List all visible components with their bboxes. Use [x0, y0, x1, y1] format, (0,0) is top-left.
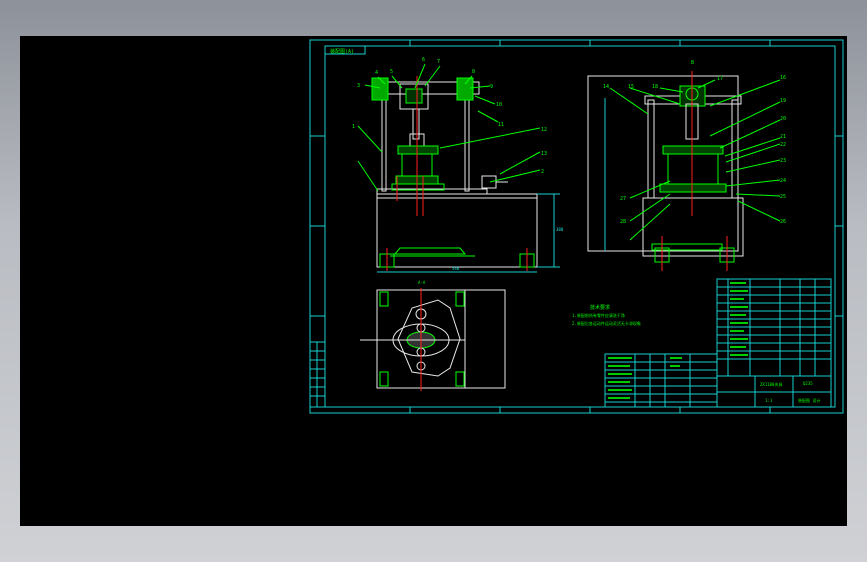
plan-view-label: A-A [418, 280, 426, 285]
svg-text:21: 21 [780, 134, 786, 140]
plan-view[interactable]: A-A [360, 280, 506, 391]
svg-text:20: 20 [780, 116, 786, 122]
svg-text:12: 12 [541, 127, 547, 133]
tech-req-line-1: 1.装配前所有零件应清洗干净 [572, 312, 625, 318]
parts-list-text [608, 282, 748, 399]
technical-requirements: 技术要求 1.装配前所有零件应清洗干净 2.装配后各运动件运动灵活无卡滞现象 [572, 304, 641, 326]
side-view[interactable]: B 14 15 16 17 18 19 20 21 22 23 24 25 26… [587, 60, 786, 271]
svg-text:28: 28 [620, 219, 626, 225]
front-view[interactable]: 546 380 3 4 5 6 7 8 9 10 11 12 13 2 1 [352, 57, 564, 273]
svg-text:7: 7 [437, 59, 440, 65]
title-drawing-name: ZX1100夹具 [760, 381, 782, 387]
svg-text:2: 2 [541, 169, 544, 175]
side-view-label: B [691, 60, 694, 66]
svg-text:22: 22 [780, 142, 786, 148]
corner-tag: 装配图(A) [330, 48, 354, 55]
dim-width: 546 [452, 266, 460, 271]
tech-req-line-2: 2.装配后各运动件运动灵活无卡滞现象 [572, 320, 641, 326]
svg-text:4: 4 [375, 70, 378, 76]
sheet-outer-border [309, 39, 844, 414]
svg-text:14: 14 [603, 84, 609, 90]
svg-text:25: 25 [780, 194, 786, 200]
parts-list [604, 278, 832, 408]
svg-text:18: 18 [652, 84, 658, 90]
svg-text:19: 19 [780, 98, 786, 104]
svg-text:24: 24 [780, 178, 786, 184]
revision-table [309, 341, 326, 408]
svg-text:3: 3 [357, 83, 360, 89]
front-callouts: 3 4 5 6 7 8 9 10 11 12 13 2 1 [352, 57, 547, 175]
title-material: Q235 [803, 381, 813, 386]
drawing-viewport[interactable]: 装配图(A) 546 380 3 4 5 6 7 8 9 10 11 12 13… [20, 36, 847, 526]
sheet-inner-border [324, 45, 836, 408]
svg-text:17: 17 [717, 76, 723, 82]
svg-text:10: 10 [496, 102, 502, 108]
svg-text:6: 6 [422, 57, 425, 63]
cad-drawing-sheet: 装配图(A) 546 380 3 4 5 6 7 8 9 10 11 12 13… [309, 39, 844, 414]
title-scale: 1:1 [765, 398, 773, 403]
svg-text:1: 1 [352, 124, 355, 130]
svg-text:16: 16 [780, 75, 786, 81]
svg-text:13: 13 [541, 151, 547, 157]
svg-text:11: 11 [498, 122, 504, 128]
svg-text:15: 15 [628, 84, 634, 90]
tech-req-title: 技术要求 [590, 304, 610, 311]
svg-text:23: 23 [780, 158, 786, 164]
svg-text:27: 27 [620, 196, 626, 202]
border-ticks [310, 40, 843, 413]
svg-text:8: 8 [472, 69, 475, 75]
dim-height: 380 [556, 227, 564, 232]
svg-text:5: 5 [390, 69, 393, 75]
svg-text:26: 26 [780, 219, 786, 225]
title-school: 装配图 设计 [798, 397, 820, 403]
svg-text:9: 9 [490, 84, 493, 90]
